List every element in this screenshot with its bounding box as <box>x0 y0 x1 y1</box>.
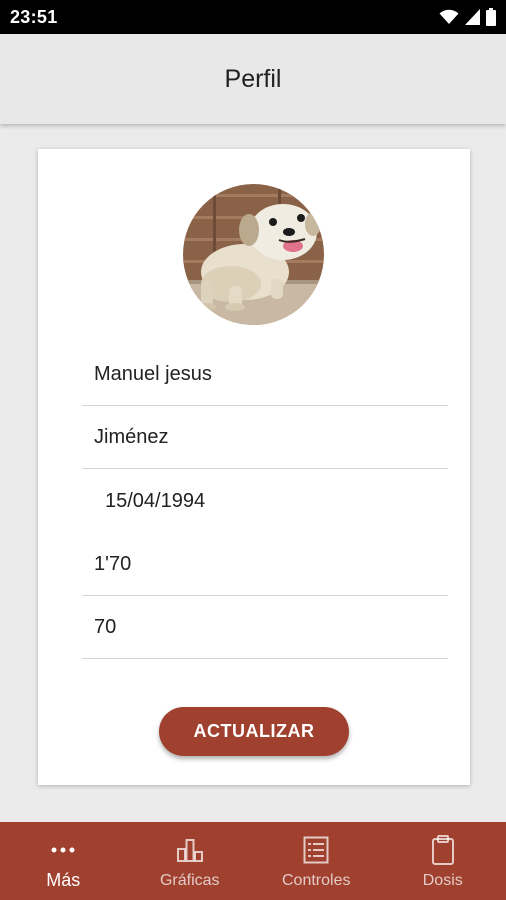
nav-item-dosis[interactable]: Dosis <box>380 822 506 900</box>
nav-label-graficas: Gráficas <box>159 872 220 889</box>
first-name-field[interactable]: Manuel jesus <box>82 343 448 406</box>
last-name-field[interactable]: Jiménez <box>82 406 448 469</box>
birth-date-field[interactable]: 15/04/1994 <box>82 470 448 533</box>
nav-label-dosis: Dosis <box>422 872 463 889</box>
weight-field[interactable]: 70 <box>82 596 448 659</box>
list-icon <box>303 836 329 864</box>
clipboard-icon <box>431 835 455 865</box>
app-bar: Perfil <box>0 34 506 124</box>
status-time: 23:51 <box>10 6 58 27</box>
nav-item-controles[interactable]: Controles <box>253 822 380 900</box>
signal-icon <box>465 9 480 25</box>
nav-item-mas[interactable]: Más <box>0 822 127 900</box>
nav-item-graficas[interactable]: Gráficas <box>127 822 254 900</box>
status-icons <box>439 8 496 26</box>
wifi-icon <box>439 9 459 25</box>
nav-label-mas: Más <box>46 870 81 890</box>
bottom-navigation: Más Gráficas Controles Dosis <box>0 822 506 900</box>
dog-photo-avatar[interactable] <box>183 184 324 325</box>
more-dots-icon <box>51 836 75 864</box>
battery-icon <box>486 8 496 26</box>
height-field[interactable]: 1'70 <box>82 533 448 596</box>
page-title: Perfil <box>224 64 282 93</box>
profile-card: Manuel jesus Jiménez 15/04/1994 1'70 70 … <box>38 149 470 785</box>
bar-chart-icon <box>176 836 204 864</box>
status-bar: 23:51 <box>0 0 506 34</box>
update-button[interactable]: ACTUALIZAR <box>159 707 349 756</box>
nav-label-controles: Controles <box>282 872 351 889</box>
